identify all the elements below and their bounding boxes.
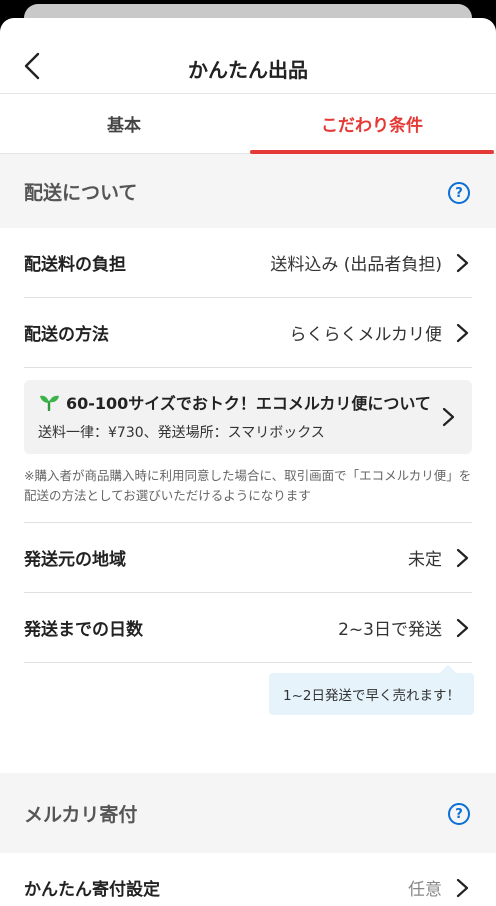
chevron-right-icon (456, 253, 469, 272)
ship-from-row[interactable]: 発送元の地域 未定 (24, 523, 472, 593)
page-title: かんたん出品 (188, 58, 308, 82)
chevron-right-icon (456, 548, 469, 567)
eco-mercari-note: ※購入者が商品購入時に利用同意した場合に、取引画面で「エコメルカリ便」を配送の方… (24, 466, 472, 523)
donation-section-title: メルカリ寄付 (24, 803, 138, 826)
shipping-fee-label: 配送料の負担 (24, 255, 126, 275)
donation-section-header: メルカリ寄付 ? (0, 773, 496, 853)
header: かんたん出品 (0, 18, 496, 94)
sprout-icon (40, 395, 59, 411)
shipping-section-title: 配送について (24, 181, 138, 204)
shipping-method-label: 配送の方法 (24, 325, 109, 345)
eco-mercari-promo[interactable]: 60-100サイズでおトク！エコメルカリ便について 送料一律：¥730、発送場所… (24, 380, 472, 454)
chevron-right-icon (456, 878, 469, 897)
donation-setting-row[interactable]: かんたん寄付設定 任意 (24, 853, 472, 906)
tab-basic[interactable]: 基本 (0, 94, 248, 153)
days-to-ship-row[interactable]: 発送までの日数 2~3日で発送 (24, 593, 472, 663)
help-icon[interactable]: ? (448, 182, 470, 204)
tab-details[interactable]: こだわり条件 (248, 94, 496, 154)
tab-bar: 基本 こだわり条件 (0, 94, 496, 154)
shipping-section-header: 配送について ? (0, 154, 496, 228)
help-icon[interactable]: ? (448, 803, 470, 825)
shipping-fee-row[interactable]: 配送料の負担 送料込み (出品者負担) (24, 228, 472, 298)
chevron-right-icon (456, 618, 469, 637)
shipping-tip-tooltip: 1~2日発送で早く売れます！ (269, 665, 474, 715)
tooltip-area: 1~2日発送で早く売れます！ (0, 663, 496, 773)
promo-title: 60-100サイズでおトク！エコメルカリ便について (66, 394, 431, 413)
listing-sheet: かんたん出品 基本 こだわり条件 配送について ? 配送料の負担 送料込み (出… (0, 18, 496, 906)
chevron-right-icon (456, 323, 469, 342)
ship-from-label: 発送元の地域 (24, 550, 126, 570)
promo-subtitle: 送料一律：¥730、発送場所：スマリボックス (38, 425, 325, 441)
chevron-right-icon (442, 407, 455, 427)
shipping-method-value: らくらくメルカリ便 (289, 325, 443, 345)
donation-setting-label: かんたん寄付設定 (24, 880, 160, 900)
days-to-ship-label: 発送までの日数 (24, 620, 143, 640)
shipping-fee-value: 送料込み (出品者負担) (270, 255, 442, 275)
shipping-method-row[interactable]: 配送の方法 らくらくメルカリ便 (24, 298, 472, 368)
